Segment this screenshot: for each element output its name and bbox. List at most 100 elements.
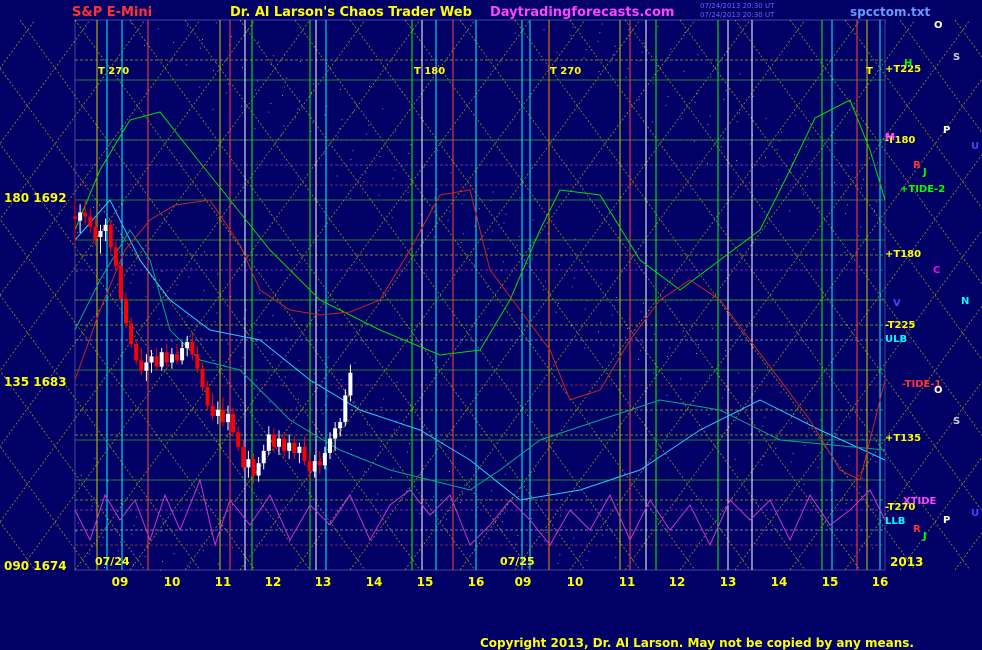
x-tick-label: 14 bbox=[770, 575, 788, 589]
grid-dot bbox=[806, 436, 808, 438]
grid-dot bbox=[130, 22, 132, 24]
planet-label: H bbox=[904, 58, 913, 69]
right-label: LLB bbox=[885, 516, 906, 527]
grid-dot bbox=[80, 474, 82, 476]
grid-dot bbox=[91, 505, 93, 507]
planet-label: R bbox=[913, 160, 921, 171]
grid-dot bbox=[765, 118, 767, 120]
grid-dot bbox=[242, 357, 244, 359]
grid-dot bbox=[75, 531, 77, 533]
grid-dot bbox=[491, 490, 493, 492]
grid-dot bbox=[369, 86, 370, 87]
grid-dot bbox=[253, 388, 255, 390]
year-label: 2013 bbox=[890, 555, 924, 569]
grid-dot bbox=[322, 413, 324, 415]
grid-dot bbox=[807, 176, 809, 178]
price-bar-body bbox=[220, 409, 225, 423]
price-bar-body bbox=[134, 344, 139, 361]
x-tick-label: 11 bbox=[214, 575, 232, 589]
grid-dot bbox=[354, 362, 356, 364]
price-bar-body bbox=[113, 247, 118, 266]
planet-label: O bbox=[934, 20, 943, 31]
price-bar-body bbox=[73, 216, 77, 219]
price-bar-body bbox=[348, 372, 353, 396]
grid-dot bbox=[433, 236, 435, 238]
grid-dot bbox=[765, 157, 766, 158]
grid-dot bbox=[462, 233, 464, 235]
grid-dot bbox=[478, 208, 480, 210]
price-bar-body bbox=[180, 348, 185, 361]
grid-dot bbox=[212, 108, 214, 110]
grid-dot bbox=[695, 391, 697, 393]
grid-dot bbox=[863, 179, 864, 180]
grid-dot bbox=[363, 181, 365, 183]
grid-dot bbox=[613, 305, 615, 307]
grid-dot bbox=[132, 273, 134, 275]
grid-dot bbox=[190, 267, 192, 269]
grid-dot bbox=[514, 32, 516, 34]
grid-dot bbox=[433, 496, 435, 498]
grid-dot bbox=[410, 144, 412, 146]
grid-dot bbox=[583, 57, 585, 59]
grid-dot bbox=[174, 293, 176, 295]
grid-dot bbox=[339, 127, 341, 129]
grid-dot bbox=[406, 451, 408, 453]
grid-dot bbox=[694, 101, 696, 103]
grid-dot bbox=[752, 95, 754, 97]
grid-dot bbox=[531, 258, 533, 260]
grid-dot bbox=[776, 188, 777, 189]
grid-dot bbox=[833, 441, 835, 443]
grid-dot bbox=[407, 191, 409, 193]
grid-dot bbox=[242, 67, 243, 68]
grid-dot bbox=[543, 29, 545, 31]
grid-dot bbox=[77, 232, 79, 234]
price-bar-body bbox=[83, 212, 88, 217]
price-bar-body bbox=[292, 442, 297, 453]
grid-dot bbox=[268, 111, 270, 113]
grid-dot bbox=[133, 564, 134, 565]
x-tick-label: 12 bbox=[264, 575, 282, 589]
price-bar-body bbox=[322, 452, 327, 466]
price-bar-body bbox=[154, 356, 159, 367]
grid-dot bbox=[794, 115, 796, 117]
grid-dot bbox=[300, 61, 301, 62]
grid-dot bbox=[669, 347, 671, 349]
grid-dot bbox=[599, 32, 601, 34]
price-bar-body bbox=[343, 395, 348, 423]
grid-dot bbox=[696, 353, 697, 354]
grid-dot bbox=[160, 530, 162, 532]
grid-dot bbox=[546, 531, 548, 533]
grid-dot bbox=[203, 290, 205, 292]
price-bar-body bbox=[118, 265, 123, 299]
grid-dot bbox=[860, 187, 862, 189]
price-bar-body bbox=[144, 362, 149, 371]
grid-dot bbox=[871, 547, 873, 549]
grid-dot bbox=[502, 521, 504, 523]
grid-dot bbox=[324, 114, 326, 116]
x-tick-label: 15 bbox=[416, 575, 434, 589]
grid-dot bbox=[187, 315, 189, 317]
grid-dot bbox=[642, 302, 644, 304]
grid-dot bbox=[766, 408, 768, 410]
planet-label: M bbox=[885, 132, 895, 143]
grid-dot bbox=[255, 89, 257, 91]
grid-dot bbox=[697, 54, 699, 56]
planet-label: S bbox=[953, 52, 961, 63]
grid-dot bbox=[584, 347, 586, 349]
price-bar-body bbox=[317, 461, 322, 466]
grid-dot bbox=[515, 543, 517, 545]
grid-dot bbox=[364, 432, 366, 434]
grid-dot bbox=[613, 344, 615, 346]
grid-dot bbox=[545, 241, 547, 243]
chart-canvas bbox=[0, 0, 982, 650]
site-link[interactable]: Daytradingforecasts.com bbox=[490, 5, 674, 20]
grid-dot bbox=[556, 51, 558, 53]
price-bar-body bbox=[200, 368, 205, 388]
grid-dot bbox=[614, 45, 616, 47]
grid-dot bbox=[323, 153, 325, 155]
grid-dot bbox=[382, 108, 384, 110]
grid-dot bbox=[624, 336, 626, 338]
grid-dot bbox=[803, 483, 805, 485]
grid-dot bbox=[298, 359, 300, 361]
grid-dot bbox=[130, 282, 132, 284]
